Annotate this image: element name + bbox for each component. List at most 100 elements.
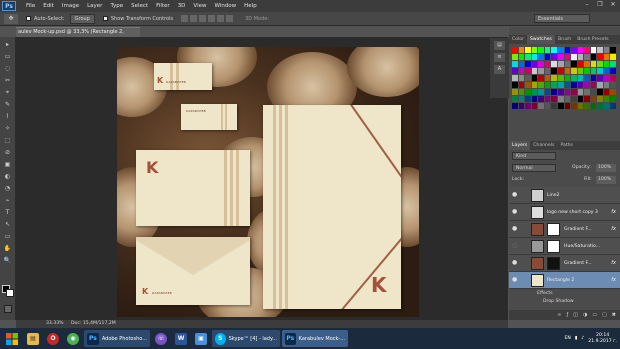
taskbar-photoshop[interactable]: Ps Adobe Photosho... bbox=[84, 330, 150, 347]
swatch[interactable] bbox=[610, 61, 616, 67]
tab-paths[interactable]: Paths bbox=[557, 141, 576, 150]
swatch[interactable] bbox=[597, 54, 603, 60]
swatch[interactable] bbox=[538, 82, 544, 88]
swatch[interactable] bbox=[590, 54, 597, 60]
properties-icon[interactable]: ≡ bbox=[494, 53, 505, 62]
menu-type[interactable]: Type bbox=[106, 3, 127, 9]
swatch[interactable] bbox=[571, 61, 577, 67]
menu-file[interactable]: File bbox=[22, 3, 39, 9]
swatch[interactable] bbox=[571, 54, 577, 60]
swatch[interactable] bbox=[512, 82, 518, 88]
lasso-icon[interactable]: ◌ bbox=[3, 65, 12, 73]
swatch[interactable] bbox=[544, 54, 551, 60]
swatch[interactable] bbox=[584, 68, 590, 74]
menu-filter[interactable]: Filter bbox=[152, 3, 174, 9]
add-mask-icon[interactable]: ◫ bbox=[573, 310, 578, 320]
swatch[interactable] bbox=[564, 82, 571, 88]
swatch[interactable] bbox=[610, 82, 616, 88]
swatch[interactable] bbox=[512, 103, 518, 109]
swatch[interactable] bbox=[584, 89, 590, 95]
swatch[interactable] bbox=[525, 68, 531, 74]
swatch[interactable] bbox=[603, 89, 610, 95]
swatch[interactable] bbox=[531, 82, 538, 88]
swatch[interactable] bbox=[597, 47, 603, 53]
swatch[interactable] bbox=[584, 75, 590, 81]
zoom-level[interactable]: 33.33% bbox=[46, 321, 64, 326]
swatch[interactable] bbox=[551, 103, 557, 109]
swatch[interactable] bbox=[551, 96, 557, 102]
swatch[interactable] bbox=[512, 61, 518, 67]
align-right-icon[interactable] bbox=[226, 15, 234, 22]
swatch[interactable] bbox=[590, 103, 597, 109]
swatch[interactable] bbox=[551, 68, 557, 74]
menu-help[interactable]: Help bbox=[240, 3, 261, 9]
swatch[interactable] bbox=[531, 47, 538, 53]
network-icon[interactable]: ▮ bbox=[575, 336, 578, 341]
swatch[interactable] bbox=[538, 61, 544, 67]
swatch[interactable] bbox=[538, 103, 544, 109]
swatch[interactable] bbox=[590, 68, 597, 74]
visibility-eye-icon[interactable]: ● bbox=[512, 260, 519, 266]
eraser-icon[interactable]: ⬚ bbox=[3, 137, 12, 145]
swatch[interactable] bbox=[525, 75, 531, 81]
shape-icon[interactable]: ▭ bbox=[3, 233, 12, 241]
dodge-icon[interactable]: ◐ bbox=[3, 173, 12, 181]
menu-view[interactable]: View bbox=[189, 3, 210, 9]
close-icon[interactable]: ✕ bbox=[608, 1, 618, 9]
swatch[interactable] bbox=[590, 47, 597, 53]
swatch[interactable] bbox=[571, 82, 577, 88]
swatch[interactable] bbox=[557, 54, 564, 60]
swatch[interactable] bbox=[518, 89, 525, 95]
swatch[interactable] bbox=[551, 75, 557, 81]
swatch[interactable] bbox=[603, 47, 610, 53]
swatch[interactable] bbox=[590, 75, 597, 81]
marquee-icon[interactable]: ▭ bbox=[3, 53, 12, 61]
swatch[interactable] bbox=[603, 82, 610, 88]
blur-icon[interactable]: ▣ bbox=[3, 161, 12, 169]
swatch[interactable] bbox=[557, 61, 564, 67]
menu-layer[interactable]: Layer bbox=[83, 3, 106, 9]
swatch[interactable] bbox=[577, 96, 584, 102]
swatch[interactable] bbox=[571, 103, 577, 109]
swatch[interactable] bbox=[538, 47, 544, 53]
swatch[interactable] bbox=[544, 61, 551, 67]
swatch[interactable] bbox=[590, 89, 597, 95]
tab-brush-presets[interactable]: Brush Presets bbox=[574, 35, 611, 44]
canvas[interactable]: K КАРАБУЛЕВ КАРАБУЛЕВ K K КАРАБУЛЕВ K bbox=[117, 47, 419, 317]
swatch[interactable] bbox=[597, 89, 603, 95]
swatch[interactable] bbox=[531, 68, 538, 74]
swatch[interactable] bbox=[557, 75, 564, 81]
swatch[interactable] bbox=[564, 47, 571, 53]
swatch[interactable] bbox=[597, 75, 603, 81]
zoom-icon[interactable]: 🔍 bbox=[3, 257, 12, 265]
layer-row[interactable]: ○ Hue/Saturatio... bbox=[509, 238, 620, 255]
swatch[interactable] bbox=[564, 61, 571, 67]
swatch[interactable] bbox=[518, 68, 525, 74]
swatch[interactable] bbox=[551, 89, 557, 95]
swatch[interactable] bbox=[590, 61, 597, 67]
swatch[interactable] bbox=[544, 96, 551, 102]
minimize-icon[interactable]: – bbox=[582, 1, 592, 9]
menu-3d[interactable]: 3D bbox=[174, 3, 190, 9]
swatch[interactable] bbox=[557, 68, 564, 74]
swatch[interactable] bbox=[525, 89, 531, 95]
swatch[interactable] bbox=[538, 54, 544, 60]
swatch[interactable] bbox=[597, 96, 603, 102]
swatch[interactable] bbox=[610, 47, 616, 53]
swatch[interactable] bbox=[531, 89, 538, 95]
add-style-icon[interactable]: ƒ bbox=[566, 310, 568, 320]
taskbar-karabulev[interactable]: Ps Karabulev Mock-... bbox=[282, 330, 348, 347]
tab-layers[interactable]: Layers bbox=[509, 141, 531, 150]
swatch[interactable] bbox=[577, 89, 584, 95]
auto-select-checkbox[interactable] bbox=[26, 16, 31, 21]
swatch[interactable] bbox=[564, 89, 571, 95]
swatch[interactable] bbox=[610, 54, 616, 60]
swatch[interactable] bbox=[518, 82, 525, 88]
character-icon[interactable]: A bbox=[494, 65, 505, 74]
swatch[interactable] bbox=[603, 54, 610, 60]
menu-edit[interactable]: Edit bbox=[39, 3, 58, 9]
swatch[interactable] bbox=[603, 75, 610, 81]
swatch[interactable] bbox=[512, 75, 518, 81]
move-tool-icon[interactable]: ✥ bbox=[4, 13, 18, 24]
swatch[interactable] bbox=[584, 61, 590, 67]
